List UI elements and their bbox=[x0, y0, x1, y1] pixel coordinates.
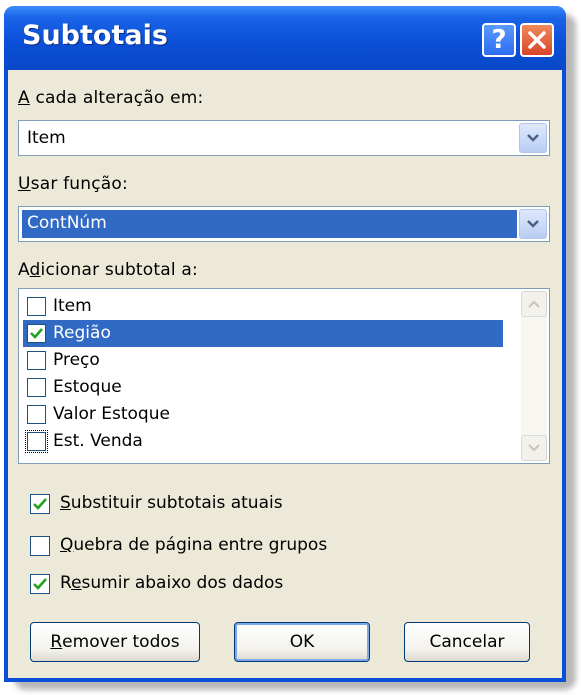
subtotal-fields-list[interactable]: Item Região Preço Estoque Valor Estoque bbox=[18, 288, 550, 464]
list-item-label: Região bbox=[53, 323, 111, 343]
vertical-scrollbar[interactable] bbox=[521, 291, 547, 461]
list-item-checkbox[interactable] bbox=[27, 351, 46, 370]
summary-below-label: Resumir abaixo dos dados bbox=[60, 573, 284, 593]
summary-below-checkbox[interactable] bbox=[30, 574, 50, 594]
group-by-value: Item bbox=[27, 128, 66, 148]
page-break-checkbox[interactable] bbox=[30, 536, 50, 556]
scroll-up-icon[interactable] bbox=[521, 291, 547, 317]
title-bar[interactable]: Subtotais ? bbox=[4, 6, 566, 70]
replace-subtotals-label: Substituir subtotais atuais bbox=[60, 493, 283, 513]
function-select[interactable]: ContNúm bbox=[18, 206, 550, 242]
list-item-label: Item bbox=[53, 296, 92, 316]
checkmark-icon bbox=[30, 328, 43, 339]
function-value: ContNúm bbox=[22, 210, 517, 238]
replace-subtotals-checkbox[interactable] bbox=[30, 494, 50, 514]
ok-button[interactable]: OK bbox=[234, 622, 370, 662]
close-x-icon bbox=[528, 31, 546, 49]
list-item-preco[interactable]: Preço bbox=[23, 347, 503, 374]
function-label: Usar função: bbox=[18, 174, 128, 194]
list-item-valor-estoque[interactable]: Valor Estoque bbox=[23, 401, 503, 428]
page-break-label: Quebra de página entre grupos bbox=[60, 535, 328, 555]
list-item-regiao[interactable]: Região bbox=[23, 320, 503, 347]
list-item-checkbox[interactable] bbox=[25, 430, 48, 453]
scroll-down-icon[interactable] bbox=[521, 435, 547, 461]
cancel-button[interactable]: Cancelar bbox=[404, 622, 530, 662]
list-item-checkbox[interactable] bbox=[27, 405, 46, 424]
dialog-body: A cada alteração em: Item Usar função: C… bbox=[8, 70, 562, 678]
add-subtotal-label: Adicionar subtotal a: bbox=[18, 260, 198, 280]
checkmark-icon bbox=[33, 498, 47, 510]
list-item-label: Est. Venda bbox=[53, 431, 143, 451]
group-by-label: A cada alteração em: bbox=[18, 88, 204, 108]
list-item-est-venda[interactable]: Est. Venda bbox=[23, 428, 503, 455]
list-item-estoque[interactable]: Estoque bbox=[23, 374, 503, 401]
close-icon[interactable] bbox=[520, 23, 554, 57]
list-item-item[interactable]: Item bbox=[23, 293, 503, 320]
help-icon[interactable]: ? bbox=[482, 23, 516, 57]
checkmark-icon bbox=[33, 578, 47, 590]
chevron-down-icon[interactable] bbox=[519, 209, 547, 239]
subtotals-dialog: Subtotais ? A cada alteração em: Item Us… bbox=[4, 6, 566, 682]
list-item-checkbox[interactable] bbox=[27, 324, 46, 343]
list-item-checkbox[interactable] bbox=[27, 378, 46, 397]
group-by-select[interactable]: Item bbox=[18, 120, 550, 156]
remove-all-button[interactable]: Remover todos bbox=[30, 622, 200, 662]
list-item-checkbox[interactable] bbox=[27, 297, 46, 316]
list-item-label: Valor Estoque bbox=[53, 404, 170, 424]
chevron-down-icon[interactable] bbox=[519, 123, 547, 153]
list-item-label: Preço bbox=[53, 350, 100, 370]
list-item-label: Estoque bbox=[53, 377, 122, 397]
dialog-title: Subtotais bbox=[22, 20, 168, 51]
